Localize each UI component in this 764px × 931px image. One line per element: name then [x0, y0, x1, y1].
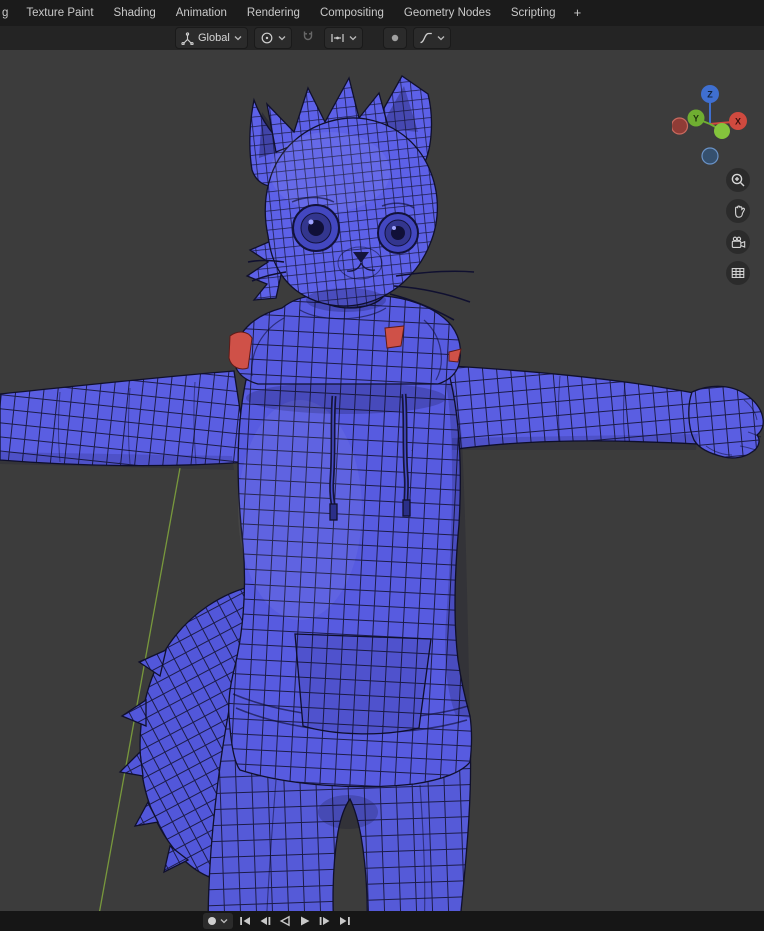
- chevron-down-icon: [234, 35, 242, 41]
- add-workspace-button[interactable]: +: [566, 0, 590, 26]
- character-head: [245, 75, 438, 312]
- next-frame-icon: [319, 917, 330, 925]
- magnet-snap-icon: [301, 29, 315, 48]
- chevron-down-icon: [349, 35, 357, 41]
- zoom-icon: [731, 173, 745, 187]
- character-right-eye: [377, 212, 419, 254]
- character-left-eye: [292, 204, 340, 252]
- pan-hand-icon: [735, 205, 745, 218]
- gizmo-axis-z-negative[interactable]: [701, 147, 719, 165]
- snap-increment-icon: [330, 32, 345, 44]
- proportional-falloff-icon: [419, 32, 433, 44]
- tab-geometry-nodes[interactable]: Geometry Nodes: [394, 0, 501, 26]
- transform-orientation-dropdown[interactable]: Global: [175, 27, 248, 49]
- character-model[interactable]: [0, 75, 764, 911]
- character-torso: [227, 377, 473, 788]
- gizmo-axis-y-negative[interactable]: [714, 123, 730, 139]
- jump-to-start-icon: [240, 917, 250, 925]
- zoom-button[interactable]: [726, 168, 750, 192]
- tab-scripting[interactable]: Scripting: [501, 0, 566, 26]
- play-reverse-button[interactable]: [277, 913, 293, 929]
- gizmo-axis-z-positive[interactable]: Z: [701, 85, 719, 103]
- view-orientation-gizmo[interactable]: Z Y X: [672, 84, 752, 168]
- jump-to-end-icon: [340, 917, 350, 925]
- tab-animation[interactable]: Animation: [166, 0, 237, 26]
- next-frame-button[interactable]: [317, 913, 333, 929]
- 3d-viewport[interactable]: Z Y X: [0, 50, 764, 911]
- viewport-nav-buttons: [726, 168, 750, 285]
- character-left-arm: [0, 370, 249, 467]
- previous-frame-button[interactable]: [257, 913, 273, 929]
- jump-to-start-button[interactable]: [237, 913, 253, 929]
- grid-view-button[interactable]: [726, 261, 750, 285]
- blender-window: g Texture Paint Shading Animation Render…: [0, 0, 764, 931]
- tab-rendering[interactable]: Rendering: [237, 0, 310, 26]
- tab-shading[interactable]: Shading: [104, 0, 166, 26]
- transform-orientation-icon: [181, 31, 194, 45]
- viewport-header: Global: [0, 26, 764, 50]
- tab-clipped[interactable]: g: [0, 0, 16, 26]
- snap-target-icon: [260, 31, 274, 45]
- tab-compositing[interactable]: Compositing: [310, 0, 394, 26]
- auto-keying-dropdown[interactable]: [203, 913, 233, 929]
- play-reverse-icon: [279, 915, 290, 927]
- gizmo-x-label: X: [735, 117, 741, 127]
- chevron-down-icon: [220, 919, 228, 924]
- workspace-tab-bar: g Texture Paint Shading Animation Render…: [0, 0, 764, 26]
- proportional-editing-icon: [389, 32, 401, 44]
- gizmo-axis-y-positive[interactable]: Y: [687, 109, 705, 127]
- camera-view-icon: [731, 236, 745, 248]
- gizmo-axis-x-negative[interactable]: [672, 117, 689, 135]
- pan-button[interactable]: [726, 199, 750, 223]
- record-circle-icon: [208, 917, 216, 925]
- previous-frame-icon: [260, 917, 271, 925]
- gizmo-y-label: Y: [693, 114, 699, 124]
- snap-with-dropdown[interactable]: [323, 27, 363, 49]
- chevron-down-icon: [437, 35, 445, 41]
- snap-target-dropdown[interactable]: [253, 27, 292, 49]
- proportional-falloff-dropdown[interactable]: [412, 27, 451, 49]
- gizmo-z-label: Z: [707, 90, 713, 100]
- camera-view-button[interactable]: [726, 230, 750, 254]
- scene-canvas: [0, 75, 764, 911]
- play-icon: [301, 916, 310, 926]
- magnet-snap-toggle[interactable]: [298, 28, 318, 48]
- timeline-bar: [0, 911, 764, 931]
- jump-to-end-button[interactable]: [337, 913, 353, 929]
- play-button[interactable]: [297, 913, 313, 929]
- grid-view-icon: [731, 268, 745, 278]
- transform-orientation-value: Global: [198, 32, 230, 44]
- gizmo-axis-x-positive[interactable]: X: [729, 112, 747, 130]
- tab-texture-paint[interactable]: Texture Paint: [16, 0, 103, 26]
- proportional-editing-toggle[interactable]: [382, 27, 407, 49]
- chevron-down-icon: [278, 35, 286, 41]
